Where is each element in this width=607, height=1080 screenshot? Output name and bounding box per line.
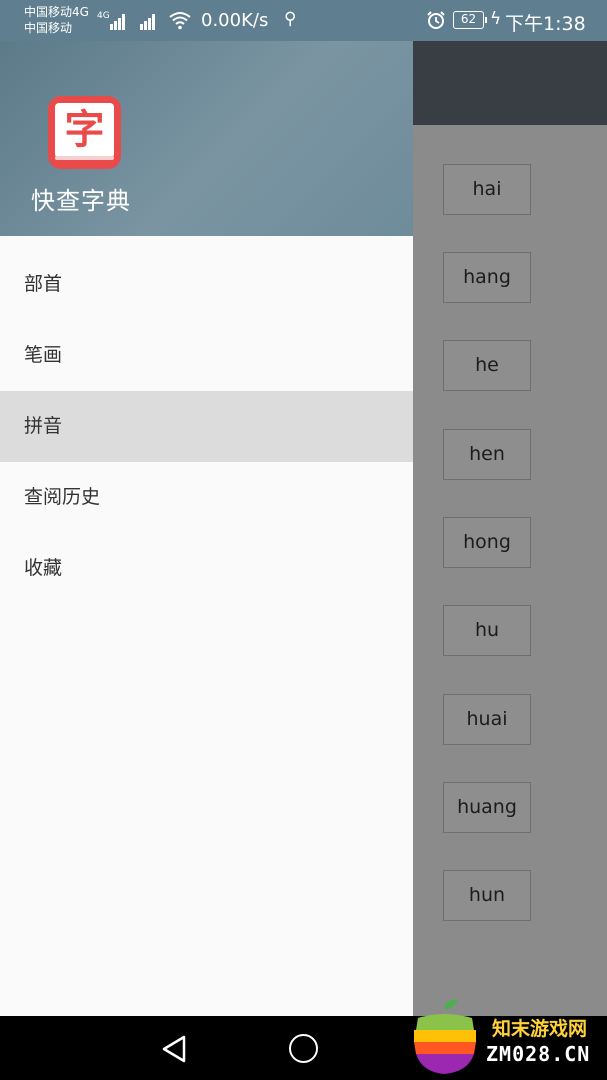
pinyin-button-hang[interactable]: hang [443, 252, 531, 303]
drawer-item-pinyin[interactable]: 拼音 [0, 391, 413, 462]
pinyin-button-hen[interactable]: hen [443, 429, 531, 480]
pinyin-button-he[interactable]: he [443, 340, 531, 391]
alarm-icon [427, 11, 445, 29]
clock: 下午1:38 [505, 13, 586, 35]
drawer-item-favorites[interactable]: 收藏 [0, 533, 413, 604]
app-logo-icon: 字 [48, 96, 121, 169]
wifi-icon [169, 12, 191, 30]
drawer-item-radical[interactable]: 部首 [0, 249, 413, 320]
app-logo-glyph: 字 [64, 106, 105, 153]
pinyin-list: hai hang he hen hong hu huai huang hun [413, 125, 607, 1016]
usb-icon: ⚲ [284, 9, 297, 29]
status-bar: 中国移动4G 中国移动 4G 0.00K/s ⚲ 62 ϟ 下午1:38 [0, 0, 607, 41]
signal-strength-icon: 4G [96, 11, 126, 30]
network-speed: 0.00K/s [201, 10, 269, 31]
home-icon[interactable] [289, 1034, 318, 1063]
pinyin-button-hong[interactable]: hong [443, 517, 531, 568]
watermark-logo-icon [414, 999, 476, 1074]
pinyin-button-hu[interactable]: hu [443, 605, 531, 656]
back-icon[interactable] [160, 1034, 188, 1064]
drawer-menu: 部首 笔画 拼音 查阅历史 收藏 [0, 249, 413, 604]
app-toolbar [413, 41, 607, 125]
carrier-2: 中国移动 [24, 21, 73, 35]
watermark: 知末游戏网 ZM028.CN [402, 990, 607, 1080]
carrier-info: 中国移动4G 中国移动 [24, 4, 89, 36]
watermark-text-url: ZM028.CN [486, 1042, 591, 1066]
signal-strength-2-icon [140, 11, 156, 30]
pinyin-button-huai[interactable]: huai [443, 694, 531, 745]
app-name: 快查字典 [31, 187, 131, 215]
drawer-item-strokes[interactable]: 笔画 [0, 320, 413, 391]
watermark-text-cn: 知末游戏网 [492, 1018, 588, 1040]
navigation-drawer: 字 快查字典 部首 笔画 拼音 查阅历史 收藏 [0, 41, 413, 1016]
drawer-item-history[interactable]: 查阅历史 [0, 462, 413, 533]
pinyin-button-hun[interactable]: hun [443, 870, 531, 921]
drawer-header: 字 快查字典 [0, 41, 413, 236]
battery-icon: 62 [453, 11, 487, 29]
carrier-1: 中国移动4G [24, 5, 89, 19]
pinyin-button-huang[interactable]: huang [443, 782, 531, 833]
charging-icon: ϟ [490, 9, 502, 29]
pinyin-button-hai[interactable]: hai [443, 164, 531, 215]
